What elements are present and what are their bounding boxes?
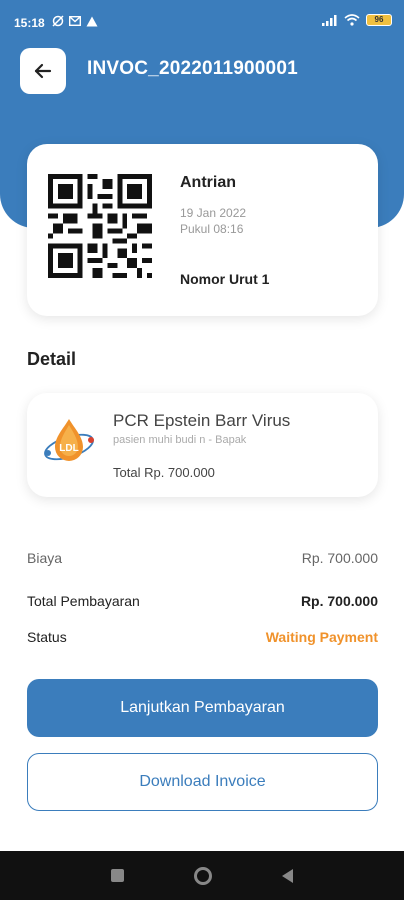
biaya-row: Biaya Rp. 700.000 <box>27 550 378 566</box>
recent-apps-icon[interactable] <box>111 869 124 882</box>
status-system-icons: 96 <box>322 14 392 26</box>
status-label: Status <box>27 629 67 645</box>
item-total: Total Rp. 700.000 <box>113 465 215 480</box>
alert-icon <box>86 16 98 26</box>
system-navigation-bar <box>0 851 404 900</box>
status-time: 15:18 <box>14 16 45 30</box>
item-patient: pasien muhi budi n - Bapak <box>113 434 247 446</box>
status-badge: Waiting Payment <box>265 629 378 645</box>
continue-payment-button[interactable]: Lanjutkan Pembayaran <box>27 679 378 737</box>
battery-icon: 96 <box>366 14 392 26</box>
queue-title: Antrian <box>180 174 236 191</box>
sync-icon <box>52 15 64 27</box>
biaya-value: Rp. 700.000 <box>301 550 378 566</box>
item-name: PCR Epstein Barr Virus <box>113 411 291 430</box>
lab-logo-icon: LDL <box>44 419 94 461</box>
detail-item-card[interactable]: LDL PCR Epstein Barr Virus pasien muhi b… <box>27 393 378 497</box>
wifi-icon <box>344 14 360 26</box>
back-button[interactable] <box>20 48 66 94</box>
svg-text:LDL: LDL <box>59 443 78 454</box>
page-title: INVOC_2022011900001 <box>87 58 298 79</box>
total-payment-row: Total Pembayaran Rp. 700.000 <box>27 593 378 609</box>
arrow-left-icon <box>34 63 52 79</box>
queue-date: 19 Jan 2022 <box>180 206 247 220</box>
mail-icon <box>69 16 81 26</box>
download-invoice-button[interactable]: Download Invoice <box>27 753 378 811</box>
status-row: Status Waiting Payment <box>27 629 378 645</box>
status-notification-icons <box>52 15 98 27</box>
qr-code-image <box>48 174 152 278</box>
detail-section-title: Detail <box>27 349 77 369</box>
queue-card: Antrian 19 Jan 2022 Pukul 08:16 Nomor Ur… <box>27 144 378 316</box>
queue-time: Pukul 08:16 <box>180 222 244 236</box>
status-bar: 15:18 96 <box>0 0 404 40</box>
total-payment-label: Total Pembayaran <box>27 593 140 609</box>
home-icon[interactable] <box>194 866 212 885</box>
nav-back-icon[interactable] <box>282 868 293 883</box>
queue-number: Nomor Urut 1 <box>180 271 270 287</box>
signal-icon <box>322 14 337 26</box>
total-payment-value: Rp. 700.000 <box>300 593 378 609</box>
biaya-label: Biaya <box>27 550 63 566</box>
